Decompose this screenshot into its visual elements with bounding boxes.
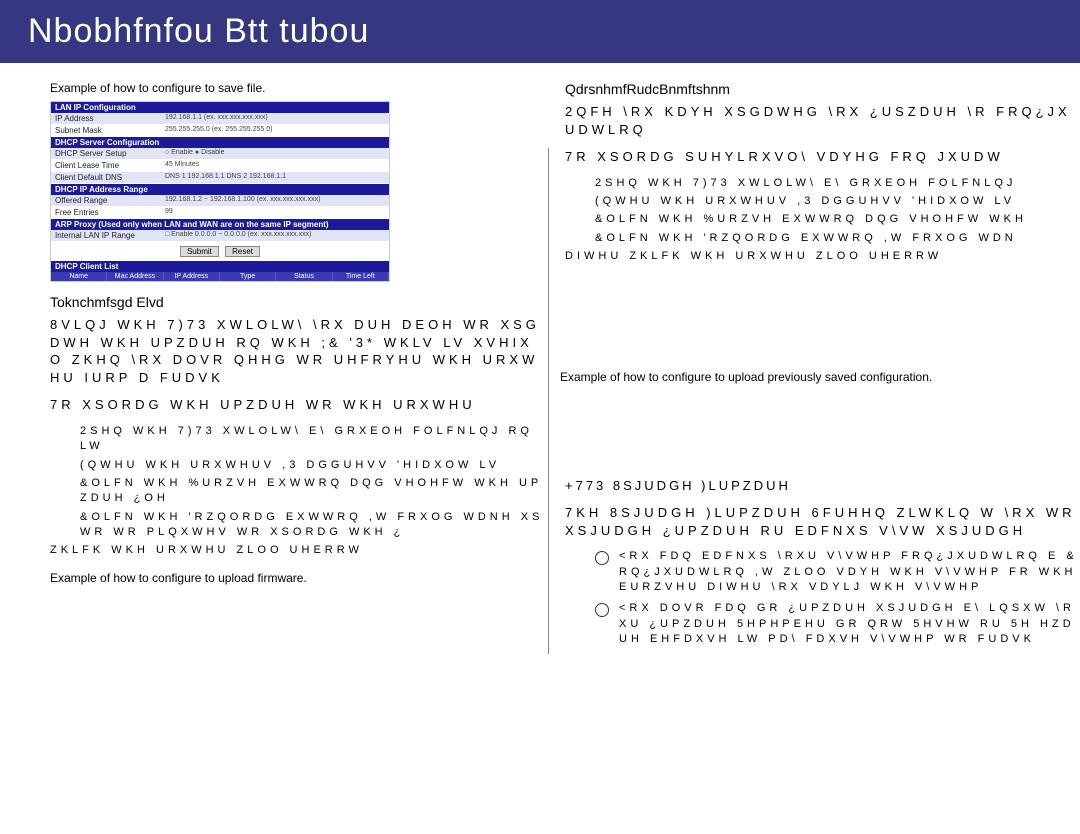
bullet-icon [595,603,609,617]
cfg-ip-label: IP Address [51,113,161,124]
cfg-sec-dhcp: DHCP Server Configuration [51,137,389,148]
cfg-lease-val: 45 Minutes [161,160,389,171]
heading-uploading-firmware: Toknchmfsgd Elvd [50,294,545,310]
para-to-upload-config: 7R XSORDG SUHYLRXVO\ VDYHG FRQ JXUDW [565,148,1080,166]
cfg-free-val: 99 [161,207,389,218]
h-status: Status [276,272,332,281]
rstep-4: &OLFN WKH 'RZQORDG EXWWRQ ,W FRXOG WDN [595,231,1080,246]
config-screenshot: LAN IP Configuration IP Address192.168.1… [50,101,390,282]
cfg-dhcp-label: DHCP Server Setup [51,148,161,159]
right-column: QdrsnhmfRudcBnmftshnm 2QFH \RX KDYH XSGD… [555,63,1080,654]
h-ip: IP Address [164,272,220,281]
cfg-ip-val: 192.168.1.1 (ex. xxx.xxx.xxx.xxx) [161,113,389,124]
step-1: 2SHQ WKH 7)73 XWLOLW\ E\ GRXEOH FOLFNLQJ… [80,424,545,455]
bullet-2-text: <RX DOVR FDQ GR ¿UPZDUH XSJUDGH E\ LQSXW… [619,601,1080,647]
column-divider [548,148,549,654]
cfg-range-label: Offered Range [51,195,161,206]
para-once-updated: 2QFH \RX KDYH XSGDWHG \RX ¿USZDUH \R FRQ… [565,103,1080,138]
cfg-submit: Submit [180,246,219,257]
heading-http-upgrade: +773 8SJUDGH )LUPZDUH [565,477,1080,495]
cfg-sec-client: DHCP Client List [51,261,389,272]
bullet-2: <RX DOVR FDQ GR ¿UPZDUH XSJUDGH E\ LQSXW… [595,601,1080,647]
cfg-arp-val: □ Enable 0.0.0.0 ~ 0.0.0.0 (ex. xxx.xxx.… [161,230,389,241]
bullet-1-text: <RX FDQ EDFNXS \RXU V\VWHP FRQ¿JXUDWLRQ … [619,549,1080,595]
cfg-buttons: Submit Reset [51,242,389,261]
cfg-mask-label: Subnet Mask [51,125,161,136]
step-3: &OLFN WKH %URZVH EXWWRQ DQG VHOHFW WKH U… [80,476,545,507]
cfg-dhcp-val: ○ Enable ● Disable [161,148,389,159]
caption-upload-config: Example of how to configure to upload pr… [560,370,932,384]
cfg-lease-label: Client Lease Time [51,160,161,171]
cfg-mask-val: 255.255.255.0 (ex. 255.255.255.0) [161,125,389,136]
step-4: &OLFN WKH 'RZQORDG EXWWRQ ,W FRXOG WDNH … [80,510,545,541]
cfg-dns-val: DNS 1 192.168.1.1 DNS 2 192.168.1.1 [161,172,389,183]
rstep-1: 2SHQ WKH 7)73 XWLOLW\ E\ GRXEOH FOLFNLQJ [595,176,1080,191]
para-upgrade-screen: 7KH 8SJUDGH )LUPZDUH 6FUHHQ ZLWKLQ W \RX… [565,504,1080,539]
h-type: Type [220,272,276,281]
rstep-3: &OLFN WKH %URZVH EXWWRQ DQG VHOHFW WKH [595,212,1080,227]
cfg-free-label: Free Entries [51,207,161,218]
h-name: Name [51,272,107,281]
caption-upload-firmware: Example of how to configure to upload fi… [50,571,545,585]
cfg-dns-label: Client Default DNS [51,172,161,183]
cfg-arp-label: Internal LAN IP Range [51,230,161,241]
step-5: ZKLFK WKH URXWHU ZLOO UHERRW [50,543,545,558]
caption-save-file: Example of how to configure to save file… [50,81,545,95]
para-to-upload: 7R XSORDG WKH UPZDUH WR WKH URXWHU [50,396,545,414]
title-bar: Nbobhfnfou Btt tubou [0,0,1080,63]
cfg-client-header: Name Mac Address IP Address Type Status … [51,272,389,281]
cfg-sec-arp: ARP Proxy (Used only when LAN and WAN ar… [51,219,389,230]
cfg-reset: Reset [225,246,260,257]
cfg-sec-range: DHCP IP Address Range [51,184,389,195]
cfg-sec-lan: LAN IP Configuration [51,102,389,113]
heading-restoring-config: QdrsnhmfRudcBnmftshnm [565,81,1080,97]
para-tftp-intro: 8VLQJ WKH 7)73 XWLOLW\ \RX DUH DEOH WR X… [50,316,545,386]
rstep-5: DIWHU ZKLFK WKH URXWHU ZLOO UHERRW [565,249,1080,264]
step-2: (QWHU WKH URXWHUV ,3 DGGUHVV 'HIDXOW LV [80,458,545,473]
cfg-range-val: 192.168.1.2 ~ 192.168.1.100 (ex. xxx.xxx… [161,195,389,206]
h-mac: Mac Address [107,272,163,281]
bullet-icon [595,551,609,565]
page-title: Nbobhfnfou Btt tubou [28,12,369,50]
h-time: Time Left [333,272,389,281]
bullet-1: <RX FDQ EDFNXS \RXU V\VWHP FRQ¿JXUDWLRQ … [595,549,1080,595]
rstep-2: (QWHU WKH URXWHUV ,3 DGGUHVV 'HIDXOW LV [595,194,1080,209]
left-column: Example of how to configure to save file… [0,63,555,654]
